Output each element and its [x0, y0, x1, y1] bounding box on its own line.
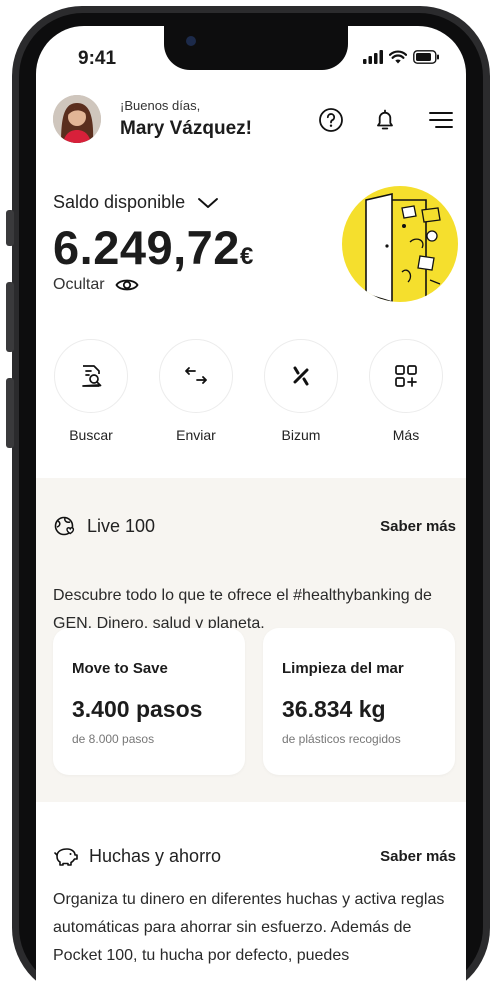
notch [164, 26, 348, 70]
card-subtitle: de plásticos recogidos [282, 732, 401, 746]
wifi-icon [389, 50, 407, 64]
action-bizum-circle [264, 339, 338, 413]
globe-heart-icon [54, 516, 75, 536]
volume-down-button [6, 378, 14, 448]
action-bizum[interactable]: Bizum [262, 339, 340, 443]
card-move-to-save[interactable]: Move to Save 3.400 pasos de 8.000 pasos [53, 628, 245, 775]
quick-actions: Buscar Enviar Bizum Más [36, 339, 466, 449]
hide-balance-toggle[interactable]: Ocultar [53, 276, 139, 294]
hide-balance-label: Ocultar [53, 276, 105, 293]
bizum-icon [293, 366, 309, 386]
status-icons [363, 50, 440, 64]
action-mas[interactable]: Más [367, 339, 445, 443]
card-title: Move to Save [72, 660, 168, 677]
live-section: Live 100 Saber más Descubre todo lo que … [36, 478, 466, 802]
huchas-saber-mas-link[interactable]: Saber más [380, 848, 456, 865]
user-photo [53, 95, 101, 143]
user-name: Mary Vázquez! [120, 118, 252, 139]
action-buscar-circle [54, 339, 128, 413]
live-title-text: Live 100 [87, 515, 156, 536]
huchas-title: Huchas y ahorro [53, 844, 221, 868]
action-mas-label: Más [392, 427, 420, 443]
action-buscar-label: Buscar [69, 427, 113, 443]
camera [186, 36, 196, 46]
live-title: Live 100 [53, 514, 155, 538]
volume-up-button [6, 282, 14, 352]
action-enviar[interactable]: Enviar [157, 339, 235, 443]
balance-value: 6.249,72 [53, 221, 240, 274]
status-time: 9:41 [78, 48, 117, 69]
balance-label: Saldo disponible [53, 192, 186, 212]
action-buscar[interactable]: Buscar [52, 339, 130, 443]
card-limpieza-del-mar[interactable]: Limpieza del mar 36.834 kg de plásticos … [263, 628, 455, 775]
action-mas-circle [369, 339, 443, 413]
card-value: 3.400 pasos [72, 696, 203, 722]
transfer-arrows-icon [185, 367, 207, 384]
door-illustration [342, 186, 458, 302]
chevron-down-icon [198, 197, 219, 208]
card-title: Limpieza del mar [282, 660, 404, 677]
help-icon[interactable] [317, 106, 345, 134]
action-enviar-circle [159, 339, 233, 413]
balance-currency: € [239, 243, 254, 270]
search-document-icon [82, 365, 102, 387]
grid-plus-icon [395, 365, 417, 387]
menu-icon[interactable] [427, 106, 455, 134]
signal-icon [363, 50, 383, 64]
balance-amount: 6.249,72€ [53, 220, 254, 275]
app-screen: 9:41 ¡Buenos días, Mary Vázquez! Saldo d… [36, 26, 466, 998]
eye-icon [115, 279, 139, 291]
mute-switch [6, 210, 14, 246]
action-bizum-label: Bizum [281, 427, 321, 443]
huchas-title-text: Huchas y ahorro [89, 845, 222, 866]
bell-icon[interactable] [371, 106, 399, 134]
battery-icon [413, 50, 439, 64]
action-enviar-label: Enviar [176, 427, 216, 443]
card-value: 36.834 kg [282, 696, 386, 722]
greeting-text: ¡Buenos días, [120, 98, 201, 113]
huchas-description: Organiza tu dinero en diferentes huchas … [53, 891, 445, 964]
balance-selector[interactable]: Saldo disponible [53, 192, 219, 213]
piggy-bank-icon [54, 848, 78, 866]
card-subtitle: de 8.000 pasos [72, 732, 155, 746]
avatar[interactable] [53, 95, 101, 143]
live-saber-mas-link[interactable]: Saber más [380, 518, 456, 535]
